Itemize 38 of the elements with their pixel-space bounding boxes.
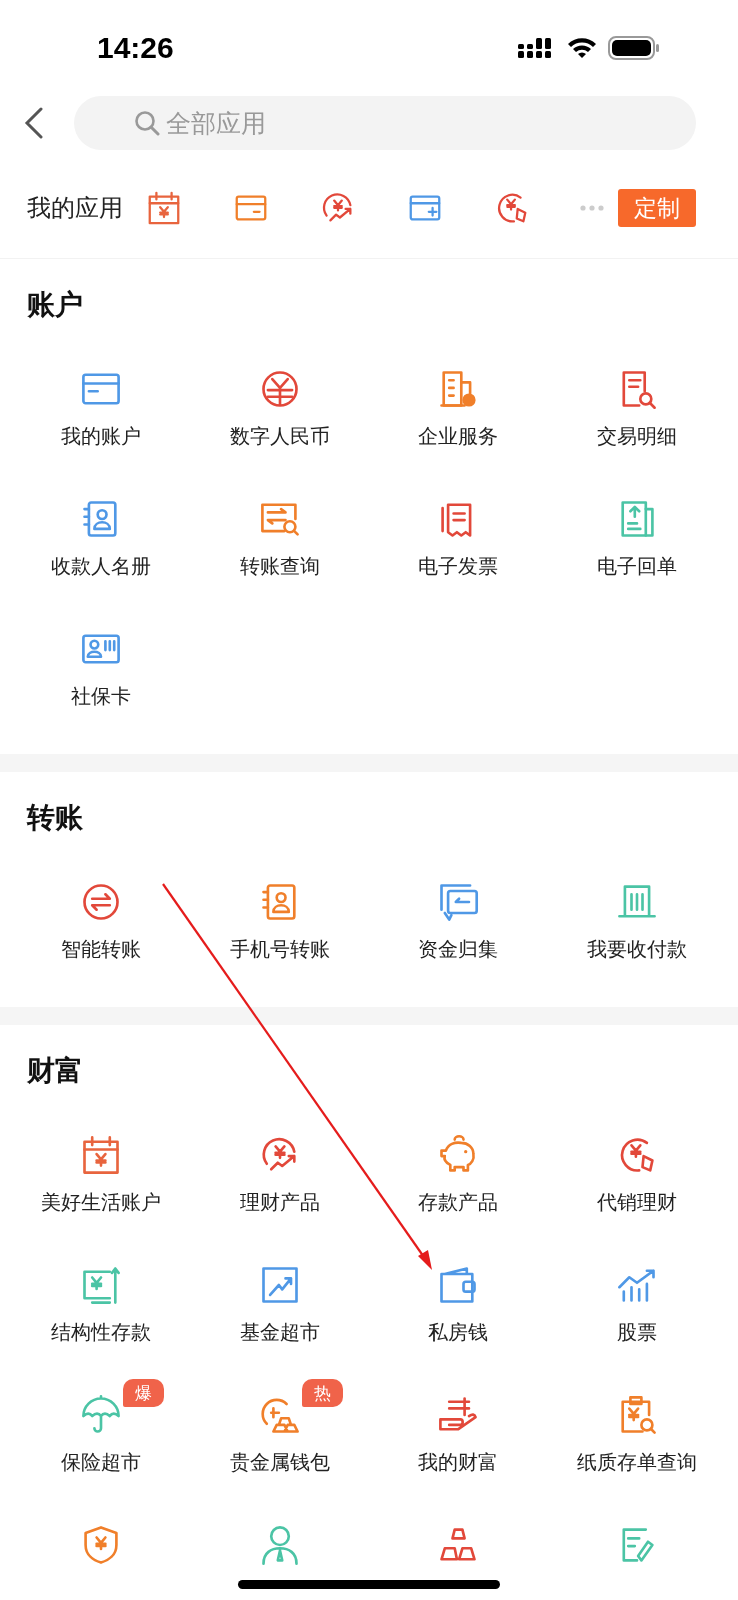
- app-shortcut[interactable]: 代销理财: [547, 1117, 726, 1213]
- wifi-icon: [566, 36, 598, 60]
- app-shortcut[interactable]: 收款人名册: [12, 481, 191, 577]
- app-shortcut[interactable]: 企业服务: [369, 351, 548, 447]
- app-shortcut[interactable]: 我的财富: [369, 1377, 548, 1473]
- app-shortcut[interactable]: 我的账户: [12, 351, 191, 447]
- app-shortcut[interactable]: 私房钱: [369, 1247, 548, 1343]
- section-title: 转账: [27, 802, 84, 834]
- app-shortcut[interactable]: 理财产品: [190, 1117, 369, 1213]
- app-shortcut[interactable]: 电子发票: [369, 481, 548, 577]
- app-shortcut[interactable]: 结构性存款: [12, 1247, 191, 1343]
- app-shortcut[interactable]: 电子回单: [547, 481, 726, 577]
- more-icon: [580, 205, 604, 211]
- app-shortcut[interactable]: 手机号转账: [190, 864, 369, 960]
- app-shortcut[interactable]: 社保卡: [12, 611, 191, 707]
- search-field[interactable]: 全部应用: [74, 96, 696, 150]
- app-shortcut[interactable]: 爆 保险超市: [12, 1377, 191, 1473]
- app-shortcut[interactable]: 转账查询: [190, 481, 369, 577]
- status-time: 14:26: [97, 31, 174, 65]
- app-shortcut[interactable]: 基金超市: [190, 1247, 369, 1343]
- app-shortcut[interactable]: 股票: [547, 1247, 726, 1343]
- app-shortcut[interactable]: 美好生活账户: [12, 1117, 191, 1213]
- app-shortcut[interactable]: 数字人民币: [190, 351, 369, 447]
- search-icon: [134, 110, 160, 136]
- back-icon[interactable]: [24, 107, 44, 139]
- app-shortcut[interactable]: 我要收付款: [547, 864, 726, 960]
- section-title: 账户: [27, 289, 84, 321]
- app-shortcut[interactable]: 存款产品: [369, 1117, 548, 1213]
- app-shortcut[interactable]: 资金归集: [369, 864, 548, 960]
- battery-icon: [608, 35, 660, 61]
- section-title: 财富: [27, 1055, 84, 1087]
- my-apps-title: 我的应用: [27, 193, 123, 224]
- hot-badge: 热: [301, 1379, 343, 1407]
- hot-badge: 爆: [123, 1379, 165, 1407]
- app-shortcut[interactable]: 交易明细: [547, 351, 726, 447]
- app-shortcut[interactable]: 纸质存单查询: [547, 1377, 726, 1473]
- app-shortcut[interactable]: 智能转账: [12, 864, 191, 960]
- app-shortcut[interactable]: 热 贵金属钱包: [190, 1377, 369, 1473]
